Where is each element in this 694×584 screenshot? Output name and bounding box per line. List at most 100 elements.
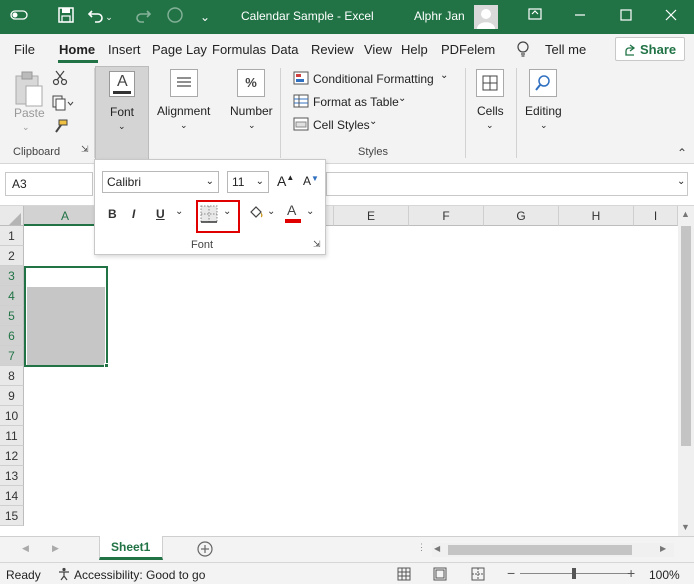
tab-data[interactable]: Data	[271, 42, 298, 57]
font-dialog-launcher-icon[interactable]: ⇲	[313, 239, 321, 250]
row-header[interactable]: 10	[0, 406, 24, 426]
column-header[interactable]: F	[409, 206, 484, 226]
font-size-box[interactable]: 11 ⌄	[227, 171, 269, 193]
tab-file[interactable]: File	[14, 42, 35, 57]
row-header[interactable]: 1	[0, 226, 24, 246]
zoom-out-icon[interactable]: −	[507, 565, 515, 581]
number-format-icon[interactable]: %	[237, 69, 265, 97]
hscroll-options-icon[interactable]: ⋮	[417, 542, 426, 553]
autosave-toggle-icon[interactable]	[8, 6, 30, 28]
row-header[interactable]: 11	[0, 426, 24, 446]
tab-help[interactable]: Help	[401, 42, 428, 57]
underline-button[interactable]: U	[156, 207, 165, 221]
maximize-icon[interactable]	[615, 6, 637, 28]
bold-button[interactable]: B	[108, 207, 117, 221]
underline-dropdown-icon[interactable]: ⌄	[175, 206, 183, 217]
format-as-table-button[interactable]: Format as Table	[313, 95, 399, 109]
clipboard-launcher-icon[interactable]: ⇲	[81, 144, 89, 155]
zoom-in-icon[interactable]: +	[627, 565, 635, 581]
fill-color-dropdown-icon[interactable]: ⌄	[267, 206, 275, 217]
row-header[interactable]: 13	[0, 466, 24, 486]
scroll-left-icon[interactable]: ◀	[434, 544, 440, 553]
zoom-level[interactable]: 100%	[649, 568, 680, 582]
cells-icon[interactable]	[476, 69, 504, 97]
row-header[interactable]: 4	[0, 286, 24, 306]
italic-button[interactable]: I	[132, 207, 135, 221]
name-box[interactable]: A3	[5, 172, 93, 196]
avatar[interactable]	[474, 5, 498, 29]
tab-insert[interactable]: Insert	[108, 42, 141, 57]
tab-page-layout[interactable]: Page Lay	[152, 42, 207, 57]
selected-range[interactable]	[24, 266, 109, 368]
row-header[interactable]: 9	[0, 386, 24, 406]
column-header[interactable]: H	[559, 206, 634, 226]
borders-icon[interactable]	[200, 205, 218, 223]
row-header[interactable]: 2	[0, 246, 24, 266]
scroll-down-icon[interactable]: ▼	[681, 522, 690, 532]
editing-button[interactable]: Editing	[525, 104, 562, 118]
row-header[interactable]: 5	[0, 306, 24, 326]
formula-input[interactable]	[326, 172, 688, 196]
increase-font-size-button[interactable]: A▲	[277, 173, 294, 189]
vertical-scroll-thumb[interactable]	[681, 226, 691, 446]
page-layout-view-icon[interactable]	[433, 567, 447, 584]
row-header[interactable]: 14	[0, 486, 24, 506]
column-header[interactable]: I	[634, 206, 678, 226]
row-header[interactable]: 8	[0, 366, 24, 386]
alignment-button[interactable]: Alignment	[157, 104, 210, 118]
editing-dropdown-icon[interactable]: ⌄	[540, 120, 548, 131]
select-all-corner[interactable]	[0, 206, 24, 226]
customize-toolbar-icon[interactable]: ⌄	[194, 6, 216, 28]
row-header[interactable]: 12	[0, 446, 24, 466]
scroll-up-icon[interactable]: ▲	[681, 209, 690, 219]
horizontal-scrollbar[interactable]: ◀ ▶	[432, 543, 674, 557]
editing-icon[interactable]	[529, 69, 557, 97]
previous-sheet-icon[interactable]: ◀	[22, 543, 29, 554]
font-color-button[interactable]: A	[285, 202, 301, 224]
paste-icon[interactable]	[12, 70, 44, 108]
page-break-view-icon[interactable]	[471, 567, 485, 584]
decrease-font-size-button[interactable]: A▼	[303, 174, 319, 188]
undo-dropdown-icon[interactable]: ⌄	[103, 6, 115, 28]
font-group-button[interactable]: A Font ⌄	[95, 66, 149, 162]
tab-pdfelement[interactable]: PDFelem	[441, 42, 495, 57]
conditional-formatting-dropdown-icon[interactable]: ⌄	[440, 70, 448, 81]
tab-view[interactable]: View	[364, 42, 392, 57]
cell-styles-button[interactable]: Cell Styles	[313, 118, 370, 132]
format-as-table-dropdown-icon[interactable]: ⌄	[398, 93, 406, 104]
tab-review[interactable]: Review	[311, 42, 354, 57]
font-size-dropdown-icon[interactable]: ⌄	[256, 172, 264, 192]
font-color-dropdown-icon[interactable]: ⌄	[306, 206, 314, 217]
alignment-icon[interactable]	[170, 69, 198, 97]
new-sheet-icon[interactable]	[196, 540, 214, 561]
row-header[interactable]: 3	[0, 266, 24, 286]
borders-dropdown-icon[interactable]: ⌄	[223, 206, 231, 217]
minimize-icon[interactable]	[569, 6, 591, 28]
conditional-formatting-button[interactable]: Conditional Formatting	[313, 72, 434, 86]
normal-view-icon[interactable]	[397, 567, 411, 584]
cell-styles-dropdown-icon[interactable]: ⌄	[369, 116, 377, 127]
font-name-dropdown-icon[interactable]: ⌄	[206, 172, 214, 192]
tab-home[interactable]: Home	[59, 42, 95, 57]
scroll-right-icon[interactable]: ▶	[660, 544, 666, 553]
accessibility-status[interactable]: Accessibility: Good to go	[74, 568, 205, 582]
cells-button[interactable]: Cells	[477, 104, 504, 118]
row-header[interactable]: 7	[0, 346, 24, 366]
copy-icon[interactable]	[52, 95, 74, 114]
close-icon[interactable]	[660, 6, 682, 28]
record-icon[interactable]	[164, 6, 186, 28]
format-painter-icon[interactable]	[52, 119, 68, 138]
fill-color-icon[interactable]	[247, 204, 265, 225]
next-sheet-icon[interactable]: ▶	[52, 543, 59, 554]
column-header[interactable]: G	[484, 206, 559, 226]
accessibility-icon[interactable]	[57, 567, 71, 584]
ribbon-display-options-icon[interactable]	[524, 6, 546, 28]
zoom-slider-thumb[interactable]	[572, 568, 576, 579]
vertical-scrollbar[interactable]: ▲ ▼	[678, 206, 694, 536]
row-header[interactable]: 15	[0, 506, 24, 526]
expand-formula-bar-icon[interactable]: ⌄	[677, 176, 685, 187]
redo-icon[interactable]	[132, 6, 154, 28]
horizontal-scroll-thumb[interactable]	[448, 545, 632, 555]
paste-dropdown-icon[interactable]: ⌄	[22, 122, 30, 133]
font-name-box[interactable]: Calibri ⌄	[102, 171, 219, 193]
